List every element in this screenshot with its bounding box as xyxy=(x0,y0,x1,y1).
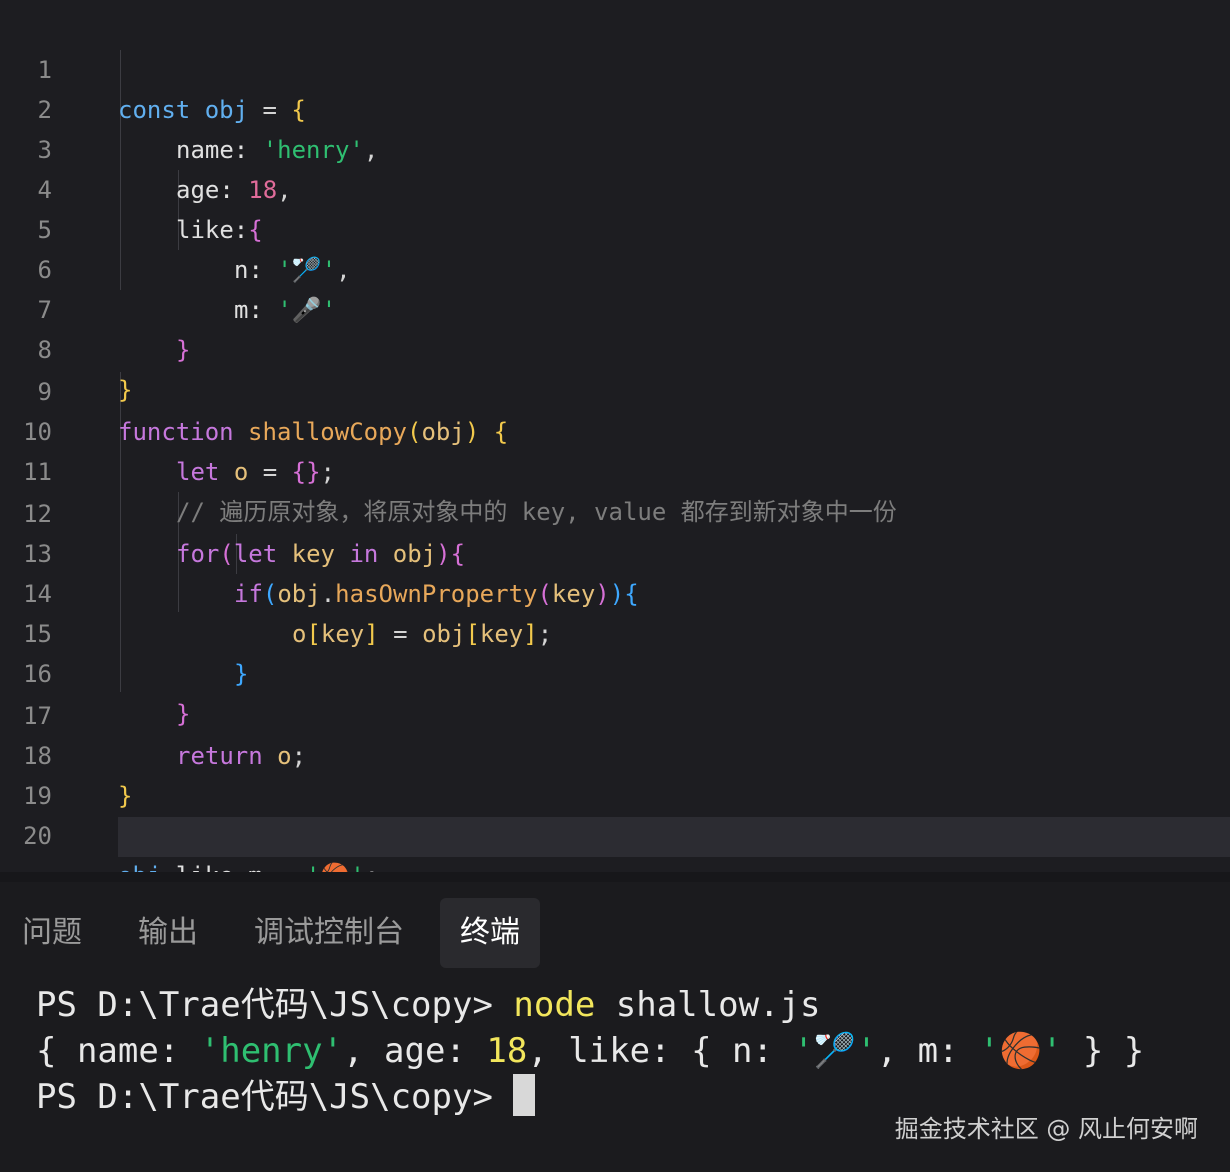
code-line[interactable]: 7 } xyxy=(0,250,1230,364)
tab-output[interactable]: 输出 xyxy=(118,898,218,968)
code-line[interactable]: 13 if(obj.hasOwnProperty(key)){ xyxy=(0,494,1230,608)
tab-terminal[interactable]: 终端 xyxy=(440,898,540,968)
code-line[interactable]: 6 m: '🎤' xyxy=(0,210,1230,324)
current-line-highlight xyxy=(118,817,1230,857)
code-line[interactable]: 15 } xyxy=(0,574,1230,688)
code-line[interactable]: 4 like:{ xyxy=(0,130,1230,244)
bottom-panel: 问题 输出 调试控制台 终端 PS D:\Trae代码\JS\copy> nod… xyxy=(0,882,1230,1172)
watermark: 掘金技术社区 @ 风止何安啊 xyxy=(894,1115,1198,1143)
code-line[interactable]: 11 // 遍历原对象，将原对象中的 key, value 都存到新对象中一份 xyxy=(0,412,1230,526)
code-line[interactable]: 14 o[key] = obj[key]; xyxy=(0,534,1230,648)
tab-problems[interactable]: 问题 xyxy=(2,898,102,968)
code-line[interactable]: 18 } xyxy=(0,696,1230,810)
code-line[interactable]: 3 age: 18, xyxy=(0,90,1230,204)
code-line[interactable]: 10 let o = {}; xyxy=(0,372,1230,486)
terminal-cursor xyxy=(513,1074,536,1116)
code-line[interactable]: 2 name: 'henry', xyxy=(0,50,1230,164)
code-line[interactable]: 1 const obj = { xyxy=(0,10,1230,124)
code-line[interactable]: 16 } xyxy=(0,614,1230,728)
terminal-output: { name: 'henry', age: 18, like: { n: '🏸'… xyxy=(36,1031,1145,1071)
code-editor[interactable]: 1 const obj = { 2 name: 'henry', 3 age: … xyxy=(0,0,1230,971)
tab-debug-console[interactable]: 调试控制台 xyxy=(234,898,424,968)
code-line[interactable]: 8 } xyxy=(0,290,1230,404)
panel-divider[interactable] xyxy=(0,872,1230,882)
terminal-prompt[interactable]: PS D:\Trae代码\JS\copy> xyxy=(36,1074,536,1120)
code-line[interactable]: 9 function shallowCopy(obj) { xyxy=(0,332,1230,446)
code-line[interactable]: 5 n: '🏸', xyxy=(0,170,1230,284)
code-line[interactable]: 19 const newObj = shallowCopy(obj); xyxy=(0,736,1230,850)
code-line-active[interactable]: 21 console.log(newObj); xyxy=(0,817,1230,971)
code-line[interactable]: 17 return o; xyxy=(0,656,1230,770)
code-line[interactable]: 20 obj.like.m = '🏀'; xyxy=(0,776,1230,890)
code-line[interactable]: 12 for(let key in obj){ xyxy=(0,454,1230,568)
terminal-line[interactable]: PS D:\Trae代码\JS\copy> node shallow.js xyxy=(36,982,820,1028)
